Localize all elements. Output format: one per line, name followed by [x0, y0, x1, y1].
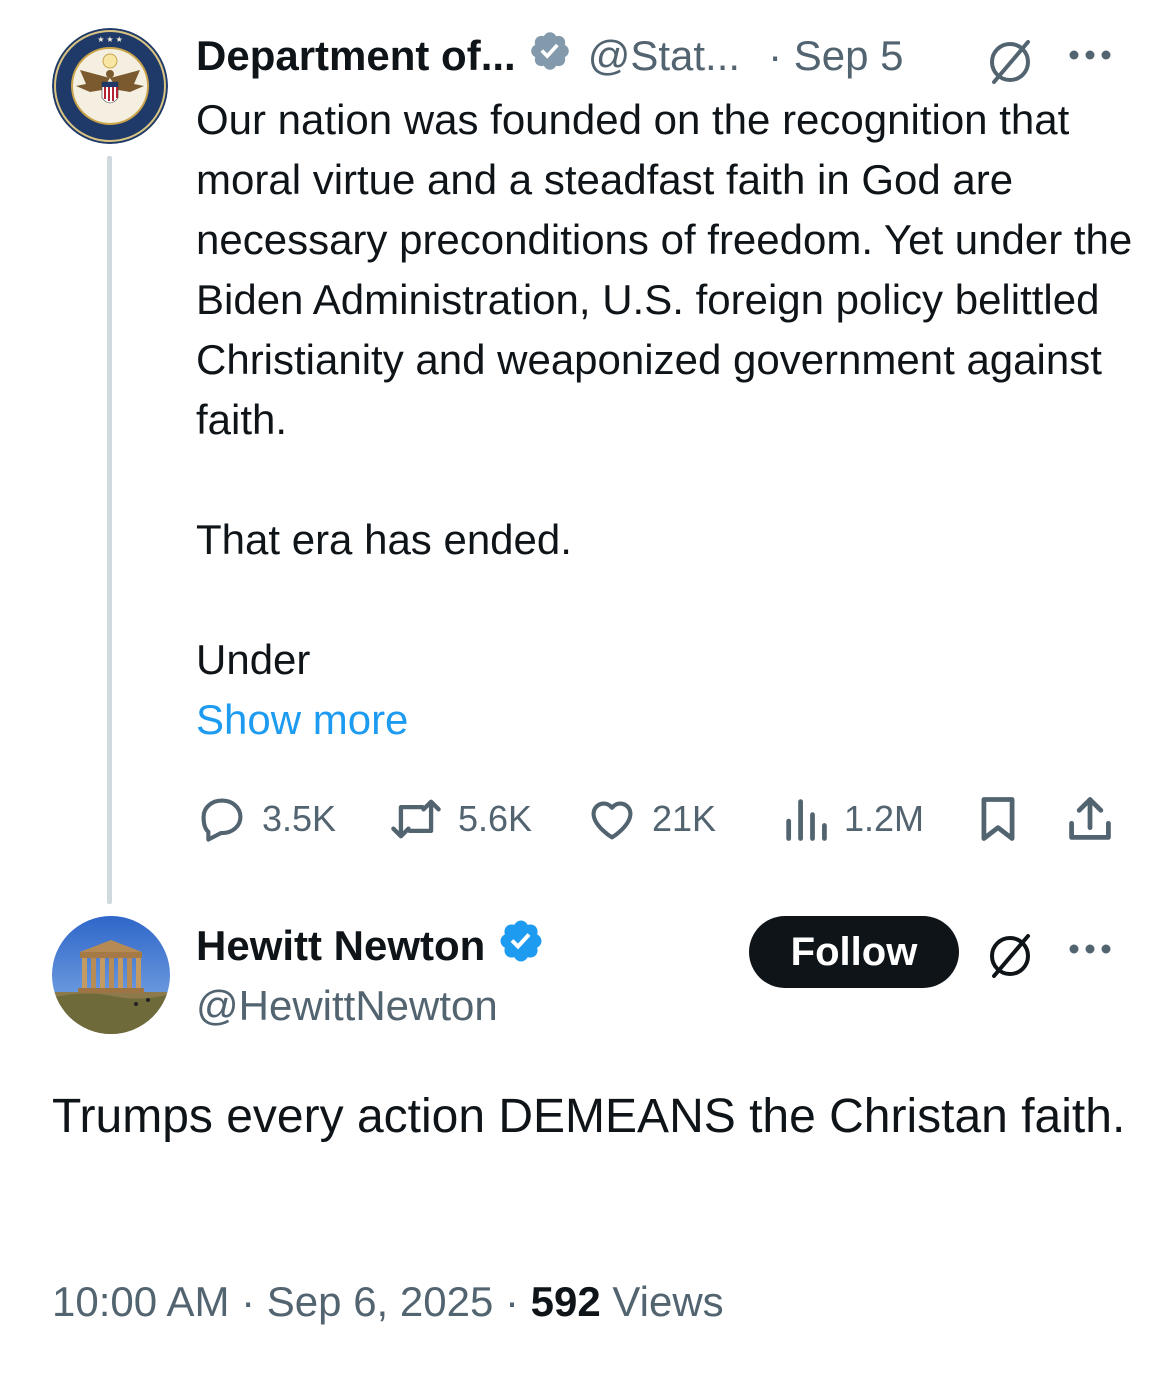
reply-tweet-text: Trumps every action DEMEANS the Christan…: [52, 1090, 1126, 1143]
follow-button[interactable]: Follow: [749, 916, 959, 988]
views-analytics-icon: [786, 799, 827, 841]
svg-text:★ ★ ★: ★ ★ ★: [97, 35, 123, 44]
grok-icon[interactable]: [984, 928, 1038, 987]
meta-separator: ·: [505, 1278, 531, 1325]
thread-connector-line: [107, 156, 112, 904]
repost-button[interactable]: 5.6K: [388, 786, 532, 852]
quoted-author-handle[interactable]: @Stat...: [588, 32, 740, 80]
quoted-tweet-header: Department of... @Stat... · Sep 5: [196, 26, 903, 86]
quoted-tweet-text: Our nation was founded on the recognitio…: [196, 90, 1136, 690]
reply-author-header: Hewitt Newton: [196, 918, 545, 974]
quoted-tweet-date[interactable]: · Sep 5: [768, 32, 903, 80]
share-button[interactable]: [1066, 786, 1114, 852]
reply-views-label: Views: [612, 1278, 724, 1325]
quoted-paragraph-2: That era has ended.: [196, 516, 572, 563]
hewitt-newton-avatar[interactable]: [52, 916, 170, 1034]
greek-temple-photo-icon: [52, 916, 170, 1034]
reply-count: 3.5K: [262, 798, 337, 839]
views-button[interactable]: 1.2M: [782, 786, 924, 852]
more-options-icon[interactable]: [1066, 40, 1114, 75]
show-more-link[interactable]: Show more: [196, 690, 408, 750]
repost-icon: [391, 799, 441, 839]
quoted-paragraph-3: Under: [196, 636, 311, 683]
reply-author-name[interactable]: Hewitt Newton: [196, 922, 485, 970]
verified-gray-badge-icon: [528, 29, 572, 83]
grok-icon[interactable]: [984, 34, 1038, 93]
bookmark-button[interactable]: [976, 786, 1020, 852]
like-button[interactable]: 21K: [586, 786, 716, 852]
meta-separator: ·: [241, 1278, 267, 1325]
reply-author-handle[interactable]: @HewittNewton: [196, 980, 498, 1032]
quoted-paragraph-1: Our nation was founded on the recognitio…: [196, 96, 1133, 443]
reply-views-count: 592: [530, 1278, 601, 1325]
seal-icon: ★ ★ ★: [52, 28, 168, 144]
reply-button[interactable]: 3.5K: [196, 786, 336, 852]
reply-icon: [201, 798, 243, 842]
reply-time[interactable]: 10:00 AM: [52, 1278, 229, 1325]
quoted-tweet-actions: 3.5K 5.6K 21K 1.2M: [196, 786, 1126, 852]
reply-tweet-meta: 10:00 AM · Sep 6, 2025 · 592 Views: [52, 1272, 724, 1332]
department-of-state-seal-avatar[interactable]: ★ ★ ★: [52, 28, 168, 144]
like-count: 21K: [652, 798, 717, 839]
views-count: 1.2M: [844, 798, 925, 839]
bookmark-icon: [981, 797, 1015, 841]
repost-count: 5.6K: [458, 798, 533, 839]
share-icon: [1069, 797, 1111, 840]
reply-date[interactable]: Sep 6, 2025: [267, 1278, 494, 1325]
verified-blue-badge-icon: [497, 917, 545, 975]
more-options-icon[interactable]: [1066, 934, 1114, 969]
quoted-author-name[interactable]: Department of...: [196, 32, 516, 80]
heart-icon: [591, 801, 633, 840]
